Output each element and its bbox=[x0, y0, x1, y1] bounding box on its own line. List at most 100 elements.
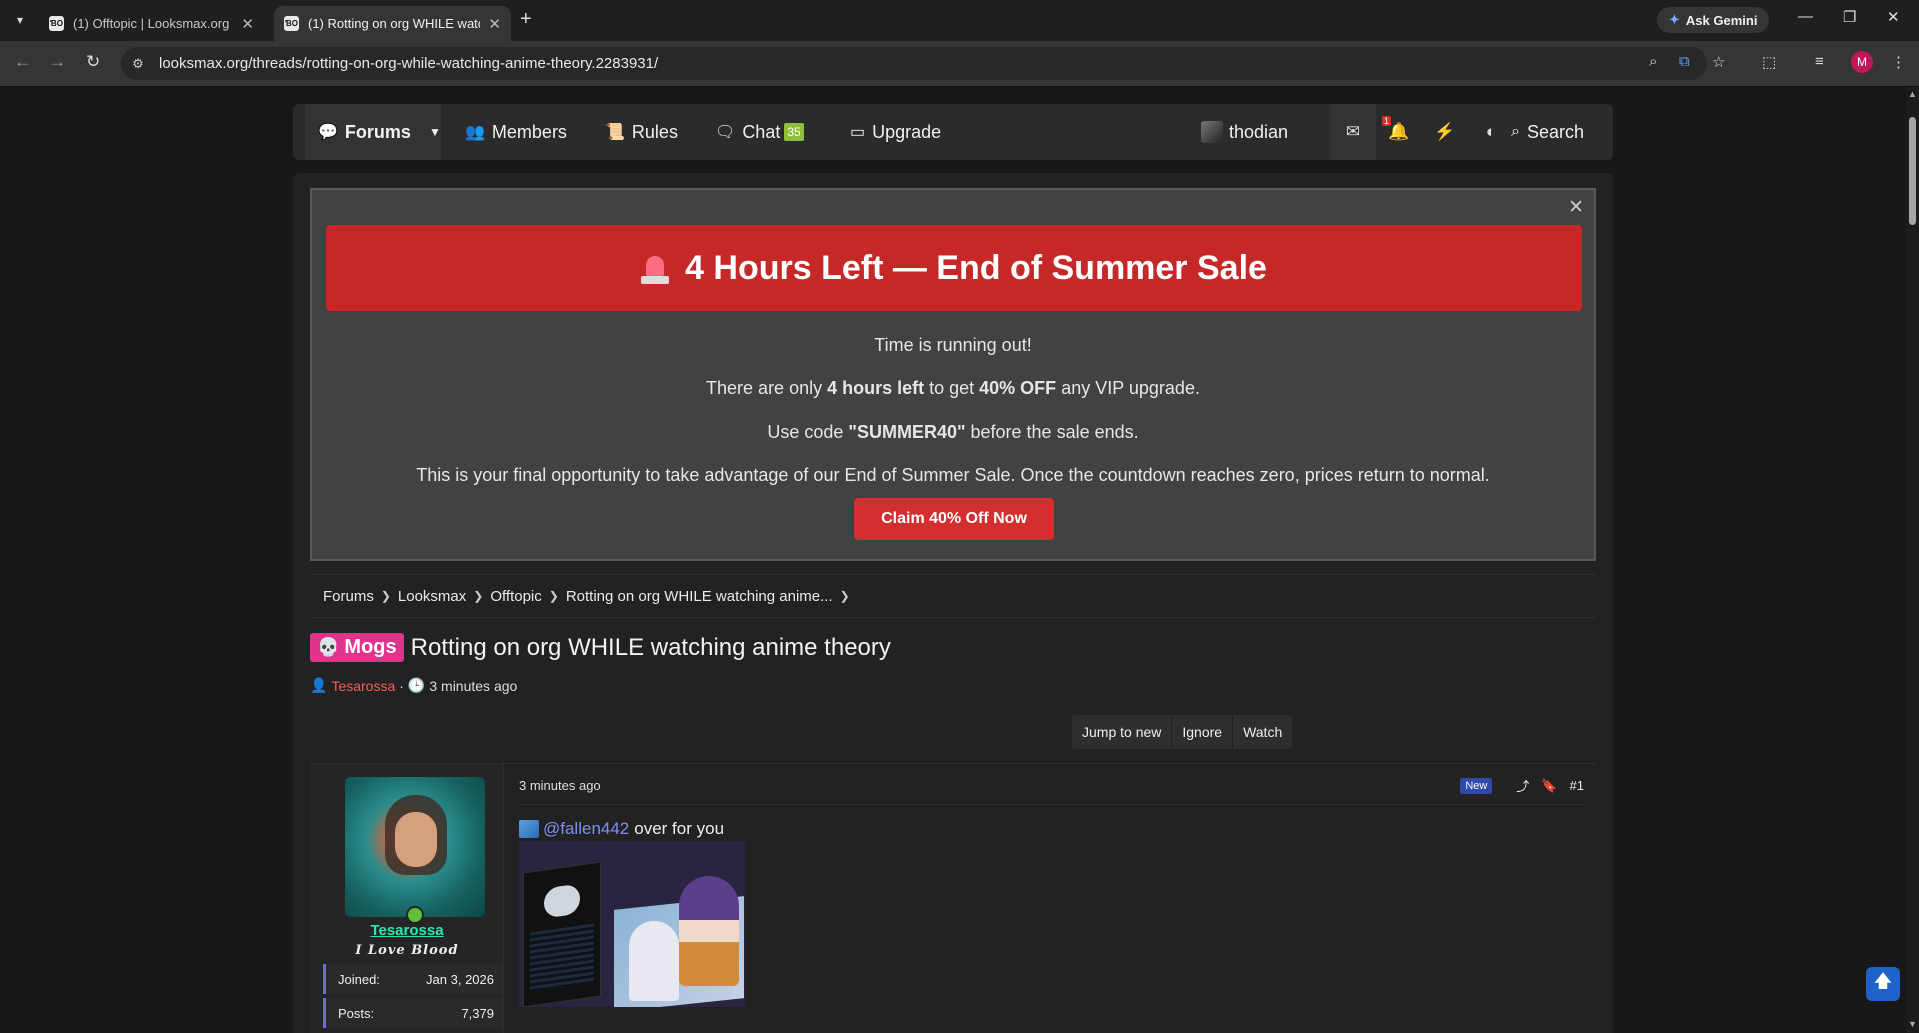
zoom-icon[interactable]: ⌕ bbox=[1649, 53, 1657, 70]
nav-chat[interactable]: 🗨 Chat 35 bbox=[715, 104, 804, 160]
user-title: I Love Blood bbox=[355, 943, 459, 958]
stat-label: Posts: bbox=[338, 1005, 375, 1021]
inbox-icon[interactable]: ✉ bbox=[1330, 104, 1376, 160]
chevron-right-icon: ❯ bbox=[548, 589, 559, 603]
claim-discount-button[interactable]: Claim 40% Off Now bbox=[854, 498, 1054, 540]
minimize-icon[interactable]: — bbox=[1798, 8, 1813, 25]
notice-line-1: Time is running out! bbox=[874, 335, 1032, 355]
bookmark-icon[interactable]: 🔖 bbox=[1541, 778, 1557, 794]
user-avatar-large[interactable] bbox=[345, 777, 485, 917]
stat-label: Joined: bbox=[338, 971, 380, 987]
close-window-icon[interactable]: ✕ bbox=[1887, 8, 1900, 26]
breadcrumb-offtopic[interactable]: Offtopic bbox=[490, 588, 541, 605]
users-icon: 👥 bbox=[465, 124, 485, 141]
page-title: Rotting on org WHILE watching anime theo… bbox=[410, 633, 891, 661]
alert-count-badge: 1 bbox=[1382, 116, 1392, 126]
share-icon[interactable]: ⤴ bbox=[1516, 776, 1529, 795]
tab-title: (1) Rotting on org WHILE watch bbox=[308, 16, 481, 31]
extensions-icon[interactable]: ⬚ bbox=[1762, 53, 1776, 71]
restore-icon[interactable]: ❐ bbox=[1843, 8, 1856, 26]
nav-rules[interactable]: 📜 Rules bbox=[605, 104, 678, 160]
scroll-to-top-button[interactable]: 🡅 bbox=[1866, 967, 1900, 1001]
browser-menu-icon[interactable]: ⋮ bbox=[1891, 53, 1906, 71]
sale-notice: ✕ 4 Hours Left — End of Summer Sale Time… bbox=[310, 188, 1596, 561]
media-controls-icon[interactable]: ≡ bbox=[1815, 53, 1824, 70]
dismiss-notice-icon[interactable]: ✕ bbox=[1568, 196, 1584, 219]
page-scrollbar[interactable]: ▲ ▼ bbox=[1906, 87, 1919, 1033]
post-message-area: 3 minutes ago New ⤴ 🔖 #1 @fallen442 over… bbox=[504, 764, 1596, 1033]
bolt-icon[interactable]: ⚡ bbox=[1422, 104, 1468, 160]
stat-value: Jan 3, 2026 bbox=[426, 971, 494, 987]
nav-search[interactable]: ⌕ Search bbox=[1511, 104, 1584, 160]
url-text[interactable]: looksmax.org/threads/rotting-on-org-whil… bbox=[159, 55, 658, 72]
thread-prefix-badge[interactable]: 💀 Mogs bbox=[310, 633, 404, 662]
tab-search-menu-icon[interactable]: ▾ bbox=[9, 9, 31, 31]
new-post-badge: New bbox=[1460, 777, 1493, 794]
nav-members[interactable]: 👥 Members bbox=[465, 104, 567, 160]
site-favicon-icon: ƁO bbox=[284, 16, 299, 31]
ignore-button[interactable]: Ignore bbox=[1172, 715, 1234, 749]
nav-rules-label: Rules bbox=[631, 121, 678, 142]
profile-avatar[interactable]: M bbox=[1851, 51, 1873, 73]
tab-title: (1) Offtopic | Looksmax.org - M bbox=[73, 16, 233, 31]
chevron-down-icon[interactable]: ▼ bbox=[429, 125, 441, 139]
clock-icon: 🕒 bbox=[407, 677, 426, 693]
install-app-icon[interactable]: ⧉ bbox=[1679, 53, 1690, 70]
ask-gemini-button[interactable]: ✦ Ask Gemini bbox=[1657, 7, 1770, 33]
thread-title-row: 💀 Mogs Rotting on org WHILE watching ani… bbox=[310, 633, 891, 662]
post-image-attachment[interactable] bbox=[519, 841, 745, 1007]
scrollbar-thumb[interactable] bbox=[1909, 117, 1916, 225]
sale-headline: 4 Hours Left — End of Summer Sale bbox=[685, 248, 1267, 287]
username-label: thodian bbox=[1229, 121, 1289, 142]
theme-toggle-icon[interactable]: ◐ bbox=[1468, 104, 1514, 160]
page-viewport: 💬 Forums ▼ 👥 Members 📜 Rules 🗨 Chat 35 ▭… bbox=[0, 87, 1906, 1033]
browser-tab-offtopic[interactable]: ƁO (1) Offtopic | Looksmax.org - M ✕ bbox=[39, 6, 264, 41]
back-icon[interactable]: ← bbox=[14, 52, 31, 72]
post-date[interactable]: 3 minutes ago bbox=[519, 778, 601, 793]
reaction-emoji-icon bbox=[519, 820, 539, 838]
nav-forums[interactable]: 💬 Forums ▼ bbox=[305, 104, 441, 160]
browser-tab-thread[interactable]: ƁO (1) Rotting on org WHILE watch ✕ bbox=[274, 6, 511, 41]
post-divider bbox=[519, 804, 1585, 805]
site-info-icon[interactable]: ⚙ bbox=[125, 51, 151, 77]
address-bar[interactable]: ⚙ looksmax.org/threads/rotting-on-org-wh… bbox=[121, 47, 1707, 80]
credit-card-icon: ▭ bbox=[850, 124, 866, 141]
breadcrumb-thread[interactable]: Rotting on org WHILE watching anime... bbox=[566, 588, 833, 605]
bookmark-star-icon[interactable]: ☆ bbox=[1712, 53, 1725, 71]
tab-close-icon[interactable]: ✕ bbox=[241, 15, 254, 33]
user-icon: 👤 bbox=[310, 677, 328, 693]
notice-line-2: There are only 4 hours left to get 40% O… bbox=[706, 378, 1200, 398]
thread-time[interactable]: 3 minutes ago bbox=[429, 678, 517, 694]
post-username-link[interactable]: Tesarossa bbox=[310, 922, 504, 939]
watch-button[interactable]: Watch bbox=[1233, 715, 1292, 749]
user-account-link[interactable]: thodian bbox=[1201, 104, 1288, 160]
breadcrumb-forums[interactable]: Forums bbox=[323, 588, 374, 605]
user-stat-joined: Joined: Jan 3, 2026 bbox=[323, 964, 503, 994]
alerts-bell-icon[interactable]: 1 🔔 bbox=[1376, 104, 1422, 160]
new-tab-icon[interactable]: + bbox=[520, 8, 532, 31]
thread-author-link[interactable]: Tesarossa bbox=[331, 678, 395, 694]
thread-action-buttons: Jump to new Ignore Watch bbox=[1072, 715, 1293, 749]
post-actions: New ⤴ 🔖 #1 bbox=[1448, 776, 1584, 795]
scroll-down-arrow-icon[interactable]: ▼ bbox=[1908, 1019, 1917, 1029]
post-number-link[interactable]: #1 bbox=[1570, 778, 1584, 793]
site-navbar: 💬 Forums ▼ 👥 Members 📜 Rules 🗨 Chat 35 ▭… bbox=[293, 104, 1613, 160]
chevron-right-icon[interactable]: ❯ bbox=[840, 589, 850, 603]
breadcrumb-looksmax[interactable]: Looksmax bbox=[398, 588, 466, 605]
breadcrumb: Forums ❯ Looksmax ❯ Offtopic ❯ Rotting on o… bbox=[310, 574, 1596, 618]
site-favicon-icon: ƁO bbox=[49, 16, 64, 31]
browser-tab-strip: ▾ ƁO (1) Offtopic | Looksmax.org - M ✕ Ɓ… bbox=[0, 0, 1919, 41]
comments-icon: 💬 bbox=[318, 124, 338, 141]
sale-headline-banner: 4 Hours Left — End of Summer Sale bbox=[326, 225, 1582, 311]
scroll-up-arrow-icon[interactable]: ▲ bbox=[1908, 89, 1917, 99]
notice-line-3: Use code "SUMMER40" before the sale ends… bbox=[767, 422, 1139, 442]
forward-icon[interactable]: → bbox=[49, 52, 66, 72]
nav-upgrade[interactable]: ▭ Upgrade bbox=[850, 104, 941, 160]
tab-close-icon[interactable]: ✕ bbox=[488, 15, 501, 33]
user-mention-link[interactable]: @fallen442 bbox=[543, 819, 629, 839]
jump-to-new-button[interactable]: Jump to new bbox=[1072, 715, 1173, 749]
post-user-block: Tesarossa I Love Blood Joined: Jan 3, 20… bbox=[310, 764, 504, 1033]
scroll-icon: 📜 bbox=[605, 124, 625, 141]
reload-icon[interactable]: ↻ bbox=[86, 52, 100, 72]
siren-icon bbox=[641, 252, 670, 284]
